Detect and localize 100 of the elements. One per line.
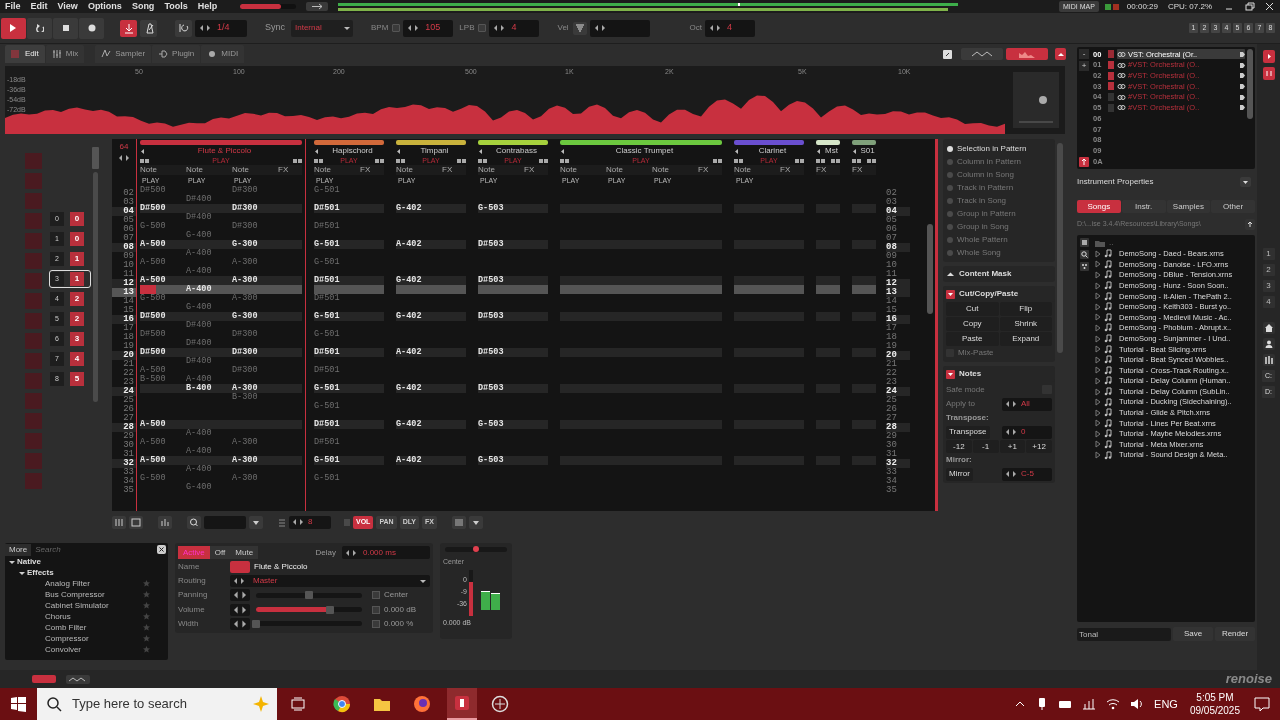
menu-item[interactable]: Song xyxy=(126,0,160,13)
sequence-scrollbar-button[interactable] xyxy=(91,147,99,169)
transpose-field[interactable]: 0 xyxy=(1002,425,1052,439)
browser-tab[interactable]: Instr. xyxy=(1121,200,1166,213)
column-toggle-icon[interactable] xyxy=(140,158,149,164)
edit-button[interactable]: Cut xyxy=(946,302,999,316)
radio-button[interactable] xyxy=(947,171,953,178)
file-name-field[interactable]: Tonal xyxy=(1077,627,1171,641)
scope-icon[interactable] xyxy=(66,674,90,684)
column-toggle-icon[interactable] xyxy=(478,158,487,164)
pattern-track[interactable] xyxy=(136,139,306,511)
menu-item[interactable]: Help xyxy=(192,0,223,13)
scope-option[interactable]: Whole Pattern xyxy=(957,233,1008,246)
view-tab[interactable]: Sampler xyxy=(95,45,152,63)
collapse-arrow-icon[interactable] xyxy=(314,147,319,155)
column-toggle-icon[interactable] xyxy=(560,158,569,164)
radio-button[interactable] xyxy=(947,223,953,230)
lpb-field[interactable]: 4 xyxy=(489,19,540,37)
star-icon[interactable] xyxy=(143,580,150,587)
track-name[interactable]: Hapischord xyxy=(321,145,384,157)
pattern-scrollbar[interactable] xyxy=(927,224,933,314)
menu-item[interactable]: Edit xyxy=(25,0,53,13)
dropdown-button[interactable] xyxy=(249,515,263,529)
view-tab[interactable]: Edit xyxy=(5,45,45,63)
volume-icon[interactable] xyxy=(1130,697,1145,711)
menu-item[interactable]: File xyxy=(0,0,26,13)
tree-folder[interactable]: Effects xyxy=(27,566,54,579)
collapse-icon[interactable] xyxy=(946,369,955,379)
browser-tab[interactable]: More xyxy=(5,543,32,556)
transpose-step-button[interactable]: +1 xyxy=(999,440,1026,453)
collapse-button[interactable] xyxy=(1055,48,1066,60)
apply-to-field[interactable]: All xyxy=(1002,397,1052,411)
add-instrument-button[interactable]: + xyxy=(1079,61,1089,71)
star-icon[interactable] xyxy=(143,635,150,642)
metronome-button[interactable] xyxy=(140,19,157,37)
column-toggle-icon[interactable] xyxy=(831,158,840,164)
globe-icon[interactable] xyxy=(413,695,431,713)
column-toggle-icon[interactable] xyxy=(293,158,302,164)
velocity-field[interactable] xyxy=(589,19,650,37)
track-name[interactable]: Flute & Piccolo xyxy=(147,145,302,157)
play-icon[interactable] xyxy=(1262,50,1275,63)
track-name[interactable]: Contrabass xyxy=(485,145,548,157)
column-toggle-icon[interactable] xyxy=(867,158,876,164)
transpose-step-button[interactable]: -12 xyxy=(946,440,972,453)
follow-button[interactable] xyxy=(120,19,137,37)
arrows-icon[interactable] xyxy=(230,603,250,616)
arrows-icon[interactable] xyxy=(230,617,250,630)
mirror-field[interactable]: C-5 xyxy=(1002,467,1052,481)
sequence-scrollbar[interactable] xyxy=(92,172,98,402)
collapse-arrow-icon[interactable] xyxy=(816,147,821,155)
track-name[interactable]: Mst xyxy=(823,145,840,157)
tree-toggle-icon[interactable] xyxy=(19,569,25,576)
radio-button[interactable] xyxy=(947,249,953,256)
bpm-checkbox[interactable] xyxy=(392,24,401,32)
effect-item[interactable]: Compressor xyxy=(37,632,141,645)
view-tab[interactable]: MIDI xyxy=(201,45,245,63)
columns-button[interactable] xyxy=(112,515,126,529)
log-toggle-button[interactable] xyxy=(32,675,56,683)
column-toggle-icon[interactable] xyxy=(457,158,466,164)
sync-dropdown[interactable]: Internal xyxy=(291,19,353,37)
action-button[interactable]: Mirror xyxy=(946,467,973,481)
effect-item[interactable]: Convolver xyxy=(37,643,141,656)
menu-item[interactable]: View xyxy=(52,0,83,13)
delay-field[interactable]: 0.000 ms xyxy=(342,546,430,559)
checkbox[interactable] xyxy=(372,619,380,628)
arrows-icon[interactable] xyxy=(118,153,130,163)
track-name[interactable]: Classic Trumpet xyxy=(567,145,722,157)
scope-option[interactable]: Group in Pattern xyxy=(957,207,1016,220)
pan-knob[interactable] xyxy=(473,546,479,552)
collapse-arrow-icon[interactable] xyxy=(140,147,145,155)
star-icon[interactable] xyxy=(143,624,150,631)
parent-folder-button[interactable] xyxy=(1245,218,1255,230)
effect-item[interactable]: Comb Filter xyxy=(37,621,141,634)
taskbar-time[interactable]: 5:05 PM xyxy=(1196,691,1234,704)
edit-button[interactable]: Paste xyxy=(946,332,999,346)
dice-icon[interactable] xyxy=(1079,262,1089,271)
disk-slot-button[interactable]: 4 xyxy=(1262,296,1275,308)
levels-button[interactable] xyxy=(158,515,172,529)
scope-option[interactable]: Column in Pattern xyxy=(957,155,1022,168)
remove-instrument-button[interactable]: - xyxy=(1079,49,1089,59)
detach-icon[interactable] xyxy=(943,49,952,59)
slider-track[interactable] xyxy=(256,592,362,598)
dropdown-icon[interactable] xyxy=(1240,177,1251,187)
octave-field[interactable]: 4 xyxy=(705,19,756,37)
play-button[interactable] xyxy=(1,17,26,39)
column-toggle-icon[interactable] xyxy=(734,158,743,164)
collapse-arrow-icon[interactable] xyxy=(852,147,857,155)
star-icon[interactable] xyxy=(143,646,150,653)
track-name-field[interactable]: Flute & Piccolo xyxy=(254,561,308,574)
chevron-up-icon[interactable] xyxy=(1014,699,1027,709)
checkbox[interactable] xyxy=(372,591,380,600)
stop-button[interactable] xyxy=(53,17,78,39)
arrows-icon[interactable] xyxy=(230,589,250,602)
effect-item[interactable]: Cabinet Simulator xyxy=(37,599,141,612)
transpose-step-button[interactable]: +12 xyxy=(1026,440,1052,453)
disk-slot-button[interactable]: 1 xyxy=(1262,248,1275,260)
edit-button[interactable]: Flip xyxy=(999,302,1052,316)
master-volume-slider[interactable] xyxy=(240,4,297,9)
slider-track[interactable] xyxy=(256,607,362,613)
collapse-arrow-icon[interactable] xyxy=(478,147,483,155)
